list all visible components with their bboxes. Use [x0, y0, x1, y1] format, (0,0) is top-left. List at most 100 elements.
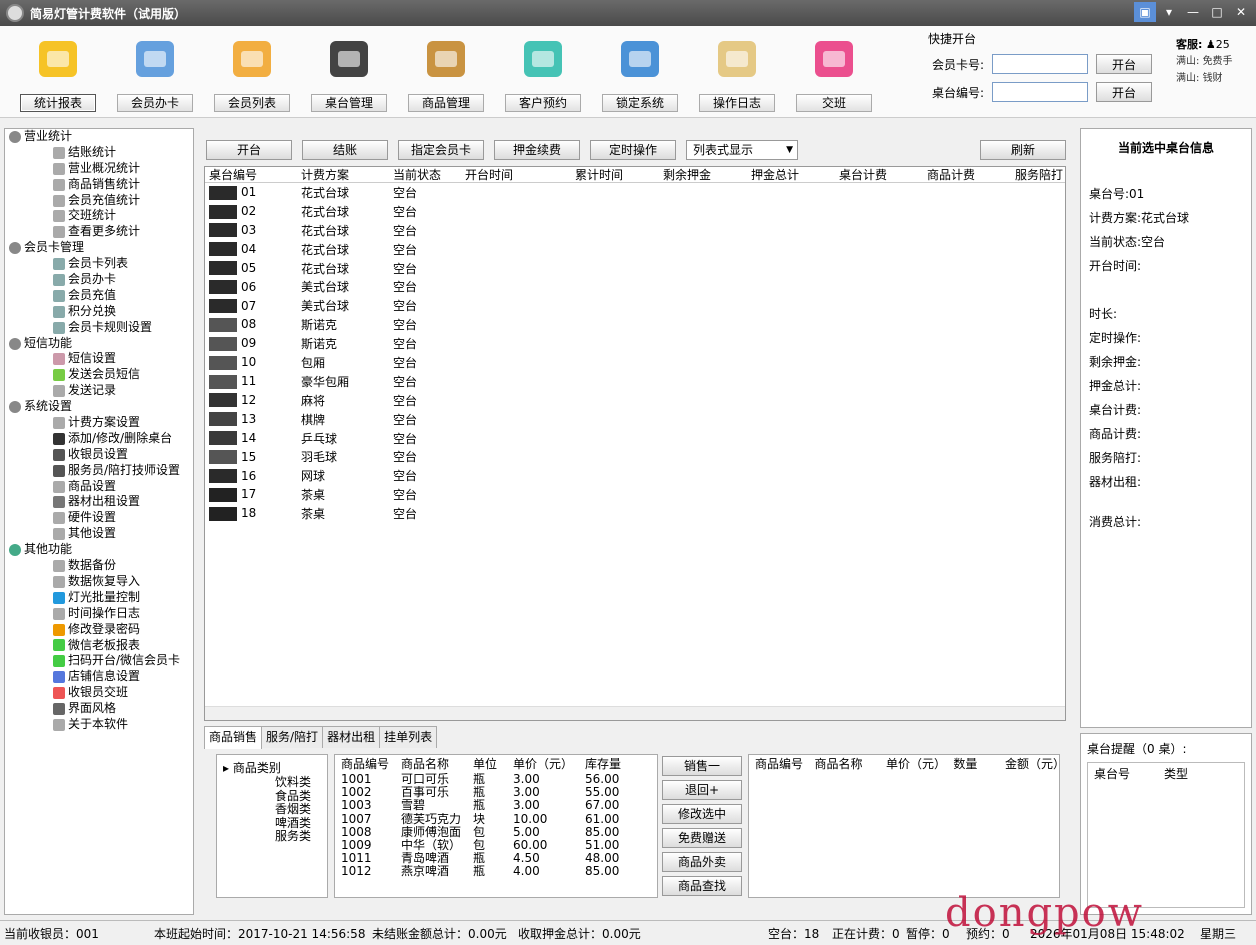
cart-header-4[interactable]: 金额（元）: [999, 755, 1065, 773]
category-item[interactable]: 香烟类: [217, 803, 327, 817]
expand-icon[interactable]: ▸: [223, 761, 233, 775]
settings-icon[interactable]: ▾: [1158, 2, 1180, 22]
table-row[interactable]: 01 花式台球 空台: [205, 183, 1065, 202]
tree-group[interactable]: 短信功能: [5, 336, 193, 352]
toolbar-button-6[interactable]: 锁定系统: [598, 32, 682, 116]
timer-action-button[interactable]: 定时操作: [590, 140, 676, 160]
toolbar-button-4[interactable]: 商品管理: [404, 32, 488, 116]
tree-item[interactable]: 店铺信息设置: [5, 669, 193, 685]
table-row[interactable]: 02 花式台球 空台: [205, 202, 1065, 221]
goods-row[interactable]: 1008 康师傅泡面包 5.00 85.00: [335, 826, 657, 839]
grid-header-9[interactable]: 服务陪打: [1011, 167, 1065, 182]
category-item[interactable]: 饮料类: [217, 775, 327, 790]
tree-item[interactable]: 会员卡列表: [5, 256, 193, 272]
tree-item[interactable]: 积分兑换: [5, 304, 193, 320]
skin-icon[interactable]: ▣: [1134, 2, 1156, 22]
table-row[interactable]: 08 斯诺克 空台: [205, 315, 1065, 334]
tree-item[interactable]: 会员充值: [5, 288, 193, 304]
cart-header-3[interactable]: 数量: [947, 755, 999, 773]
table-row[interactable]: 18 茶桌 空台: [205, 504, 1065, 523]
category-item[interactable]: 食品类: [217, 789, 327, 804]
table-row[interactable]: 14 乒乓球 空台: [205, 429, 1065, 448]
goods-header-1[interactable]: 商品名称: [395, 755, 467, 773]
tree-item[interactable]: 商品销售统计: [5, 177, 193, 193]
tree-item[interactable]: 扫码开台/微信会员卡: [5, 653, 193, 669]
goods-row[interactable]: 1007 德芙巧克力块 10.00 61.00: [335, 813, 657, 826]
tree-item[interactable]: 服务员/陪打技师设置: [5, 463, 193, 479]
tree-item[interactable]: 发送记录: [5, 383, 193, 399]
goods-row[interactable]: 1003 雪碧 瓶 3.00 67.00: [335, 799, 657, 812]
goods-header-0[interactable]: 商品编号: [335, 755, 395, 773]
tree-item[interactable]: 界面风格: [5, 701, 193, 717]
toolbar-button-1[interactable]: 会员办卡: [113, 32, 197, 116]
maximize-button[interactable]: □: [1206, 2, 1228, 22]
goods-header-4[interactable]: 库存量: [579, 755, 635, 773]
category-item[interactable]: 服务类: [217, 830, 327, 844]
tree-item[interactable]: 器材出租设置: [5, 494, 193, 510]
tree-item[interactable]: 营业概况统计: [5, 161, 193, 177]
table-row[interactable]: 15 羽毛球 空台: [205, 447, 1065, 466]
assign-card-button[interactable]: 指定会员卡: [398, 140, 484, 160]
grid-header-4[interactable]: 累计时间: [571, 167, 659, 182]
table-row[interactable]: 12 麻将 空台: [205, 391, 1065, 410]
tab-3[interactable]: 挂单列表: [379, 726, 438, 748]
goods-row[interactable]: 1002 百事可乐 瓶 3.00 55.00: [335, 786, 657, 799]
tree-item[interactable]: 发送会员短信: [5, 367, 193, 383]
table-row[interactable]: 03 花式台球 空台: [205, 221, 1065, 240]
cart-header-0[interactable]: 商品编号: [749, 755, 809, 773]
tree-group[interactable]: 营业统计: [5, 129, 193, 145]
tree-item[interactable]: 收银员设置: [5, 447, 193, 463]
open-by-card-button[interactable]: 开台: [1096, 54, 1152, 74]
tab-2[interactable]: 器材出租: [322, 726, 381, 748]
tree-item[interactable]: 硬件设置: [5, 510, 193, 526]
tree-item[interactable]: 查看更多统计: [5, 224, 193, 240]
goods-header-2[interactable]: 单位: [467, 755, 507, 773]
goods-action-button-1[interactable]: 退回+: [662, 780, 742, 800]
grid-header-2[interactable]: 当前状态: [389, 167, 461, 182]
table-row[interactable]: 05 花式台球 空台: [205, 259, 1065, 278]
tree-item[interactable]: 其他设置: [5, 526, 193, 542]
table-row[interactable]: 04 花式台球 空台: [205, 240, 1065, 259]
service-line2-value[interactable]: 钱财: [1203, 73, 1223, 84]
table-row[interactable]: 06 美式台球 空台: [205, 277, 1065, 296]
table-row[interactable]: 07 美式台球 空台: [205, 296, 1065, 315]
service-line1-value[interactable]: 免费手: [1203, 56, 1233, 67]
minimize-button[interactable]: —: [1182, 2, 1204, 22]
deposit-renew-button[interactable]: 押金续费: [494, 140, 580, 160]
tree-item[interactable]: 修改登录密码: [5, 622, 193, 638]
cart-header-1[interactable]: 商品名称: [809, 755, 880, 773]
tree-item[interactable]: 时间操作日志: [5, 606, 193, 622]
view-mode-select[interactable]: 列表式显示 ▼: [686, 140, 798, 160]
tree-item[interactable]: 会员充值统计: [5, 193, 193, 209]
grid-header-8[interactable]: 商品计费: [923, 167, 1011, 182]
tree-item[interactable]: 会员卡规则设置: [5, 320, 193, 336]
checkout-button[interactable]: 结账: [302, 140, 388, 160]
toolbar-button-7[interactable]: 操作日志: [695, 32, 779, 116]
goods-action-button-5[interactable]: 商品查找: [662, 876, 742, 896]
goods-action-button-3[interactable]: 免费赠送: [662, 828, 742, 848]
tree-item[interactable]: 关于本软件: [5, 717, 193, 733]
tree-item[interactable]: 短信设置: [5, 351, 193, 367]
table-row[interactable]: 17 茶桌 空台: [205, 485, 1065, 504]
tree-item[interactable]: 灯光批量控制: [5, 590, 193, 606]
close-button[interactable]: ✕: [1230, 2, 1252, 22]
horizontal-scrollbar[interactable]: [205, 706, 1065, 720]
category-root[interactable]: ▸ 商品类别: [217, 755, 327, 776]
table-row[interactable]: 13 棋牌 空台: [205, 410, 1065, 429]
grid-header-1[interactable]: 计费方案: [297, 167, 389, 182]
tree-item[interactable]: 添加/修改/删除桌台: [5, 431, 193, 447]
grid-header-7[interactable]: 桌台计费: [835, 167, 923, 182]
tree-item[interactable]: 交班统计: [5, 208, 193, 224]
grid-header-0[interactable]: 桌台编号: [205, 167, 297, 182]
toolbar-button-2[interactable]: 会员列表: [210, 32, 294, 116]
goods-header-3[interactable]: 单价（元）: [507, 755, 579, 773]
tree-item[interactable]: 计费方案设置: [5, 415, 193, 431]
table-number-input[interactable]: [992, 82, 1088, 102]
open-table-button[interactable]: 开台: [206, 140, 292, 160]
tab-0[interactable]: 商品销售: [204, 726, 263, 749]
table-row[interactable]: 09 斯诺克 空台: [205, 334, 1065, 353]
tree-item[interactable]: 收银员交班: [5, 685, 193, 701]
toolbar-button-8[interactable]: 交班: [792, 32, 876, 116]
toolbar-button-5[interactable]: 客户预约: [501, 32, 585, 116]
goods-row[interactable]: 1001 可口可乐 瓶 3.00 56.00: [335, 773, 657, 786]
